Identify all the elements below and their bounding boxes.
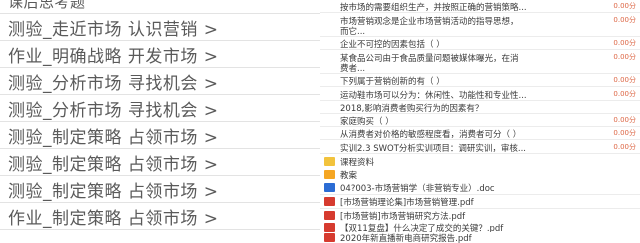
list-item[interactable]: 课后思考题 <box>0 0 320 14</box>
question-item[interactable]: 家庭购买（ ） 0.00分 <box>320 115 640 125</box>
list-item-label: 作业_制定策略 占领市场 > <box>8 208 219 229</box>
list-item[interactable]: 测验_制定策略 占领市场 > <box>0 149 320 176</box>
list-item-label: 课后思考题 <box>8 0 86 11</box>
list-item[interactable]: 测验_分析市场 寻找机会 > <box>0 68 320 95</box>
pdf-file-icon <box>324 223 335 232</box>
question-item[interactable]: 2018,影响消费者购买行为的因素有？ <box>320 102 640 112</box>
question-text: 运动鞋市场可以分为：休闲性、功能性和专业性... <box>340 91 527 99</box>
word-file-icon <box>324 183 335 192</box>
question-text: 企业不可控的因素包括（ ） <box>340 40 445 48</box>
question-item-continued: 而它... <box>320 25 640 35</box>
list-item[interactable]: 作业_制定策略 占领市场 > <box>0 203 320 230</box>
resource-list: 按市场的需要组织生产，并按照正确的营销策略... 0.00分 市场营销观念是企业市… <box>320 0 640 243</box>
score-badge: 0.00分 <box>613 116 636 124</box>
file-name: [市场营销]市场营销研究方法.pdf <box>340 212 466 221</box>
pdf-file-icon <box>324 211 335 220</box>
question-item[interactable]: 从消费者对价格的敏感程度看，消费者可分（ ） 0.00分 <box>320 128 640 138</box>
pdf-file-icon <box>324 197 335 206</box>
list-item-label: 测验_制定策略 占领市场 > <box>8 127 219 148</box>
question-text: 下列属于营销创新的有（ ） <box>340 77 445 85</box>
question-text: 2018,影响消费者购买行为的因素有？ <box>340 104 484 112</box>
question-text: 按市场的需要组织生产，并按照正确的营销策略... <box>340 3 527 11</box>
question-item[interactable]: 企业不可控的因素包括（ ） 0.00分 <box>320 38 640 48</box>
list-item-label: 测验_分析市场 寻找机会 > <box>8 73 219 94</box>
folder-label: 教案 <box>340 171 358 180</box>
file-item[interactable]: [市场营销理论集]市场营销管理.pdf <box>320 196 640 207</box>
score-badge: 0.00分 <box>613 129 636 137</box>
question-text: 费者... <box>340 64 366 72</box>
list-item[interactable]: 测验_走近市场 认识营销 > <box>0 14 320 41</box>
question-item[interactable]: 下列属于营销创新的有（ ） 0.00分 <box>320 75 640 85</box>
question-text: 而它... <box>340 27 366 35</box>
question-text: 某食品公司由于食品质量问题被媒体曝光，在消 <box>340 54 519 62</box>
pdf-file-icon <box>324 233 335 242</box>
score-badge: 0.00分 <box>613 76 636 84</box>
question-item[interactable]: 实训2.3 SWOT分析实训项目：调研实训，审核... 0.00分 <box>320 142 640 152</box>
folder-label: 课程资料 <box>340 158 375 167</box>
question-item[interactable]: 按市场的需要组织生产，并按照正确的营销策略... 0.00分 <box>320 1 640 11</box>
course-chapter-list: 课后思考题 测验_走近市场 认识营销 > 作业_明确战略 开发市场 > 测验_分… <box>0 0 320 243</box>
list-item[interactable]: 测验_分析市场 寻找机会 > <box>0 95 320 122</box>
list-item-label: 作业_明确战略 开发市场 > <box>8 46 219 67</box>
score-badge: 0.00分 <box>613 39 636 47</box>
list-item[interactable]: 测验_制定策略 占领市场 > <box>0 122 320 149</box>
file-item[interactable]: 2020年新直播新电商研究报告.pdf <box>320 232 640 243</box>
file-name: 2020年新直播新电商研究报告.pdf <box>340 234 472 243</box>
file-item[interactable]: 04?003-市场营销学（非营销专业）.doc <box>320 182 640 193</box>
question-item-continued: 费者... <box>320 62 640 72</box>
folder-icon <box>324 157 335 166</box>
question-text: 从消费者对价格的敏感程度看，消费者可分（ ） <box>340 130 522 138</box>
file-name: 【双11复盘】什么决定了成交的关键？.pdf <box>340 224 504 232</box>
question-text: 实训2.3 SWOT分析实训项目：调研实训，审核... <box>340 144 527 152</box>
list-item[interactable]: 测验_制定策略 占领市场 > <box>0 176 320 203</box>
folder-item[interactable]: 教案 <box>320 169 640 180</box>
file-item[interactable]: 【双11复盘】什么决定了成交的关键？.pdf <box>320 222 640 232</box>
folder-icon <box>324 170 335 179</box>
score-badge: 0.00分 <box>613 16 636 24</box>
question-item[interactable]: 市场营销观念是企业市场营销活动的指导思想， 0.00分 <box>320 15 640 25</box>
question-text: 家庭购买（ ） <box>340 117 394 125</box>
score-badge: 0.00分 <box>613 53 636 61</box>
file-item[interactable]: [市场营销]市场营销研究方法.pdf <box>320 210 640 221</box>
folder-item[interactable]: 课程资料 <box>320 156 640 167</box>
file-name: [市场营销理论集]市场营销管理.pdf <box>340 198 474 207</box>
score-badge: 0.00分 <box>613 143 636 151</box>
list-item-label: 测验_走近市场 认识营销 > <box>8 19 219 40</box>
question-item[interactable]: 某食品公司由于食品质量问题被媒体曝光，在消 0.00分 <box>320 52 640 62</box>
file-name: 04?003-市场营销学（非营销专业）.doc <box>340 184 495 193</box>
list-item-label: 测验_制定策略 占领市场 > <box>8 154 219 175</box>
question-item[interactable]: 运动鞋市场可以分为：休闲性、功能性和专业性... 0.00分 <box>320 89 640 99</box>
question-text: 市场营销观念是企业市场营销活动的指导思想， <box>340 17 519 25</box>
list-item-label: 测验_制定策略 占领市场 > <box>8 181 219 202</box>
score-badge: 0.00分 <box>613 90 636 98</box>
list-item-label: 测验_分析市场 寻找机会 > <box>8 100 219 121</box>
list-item[interactable]: 作业_明确战略 开发市场 > <box>0 41 320 68</box>
score-badge: 0.00分 <box>613 2 636 10</box>
